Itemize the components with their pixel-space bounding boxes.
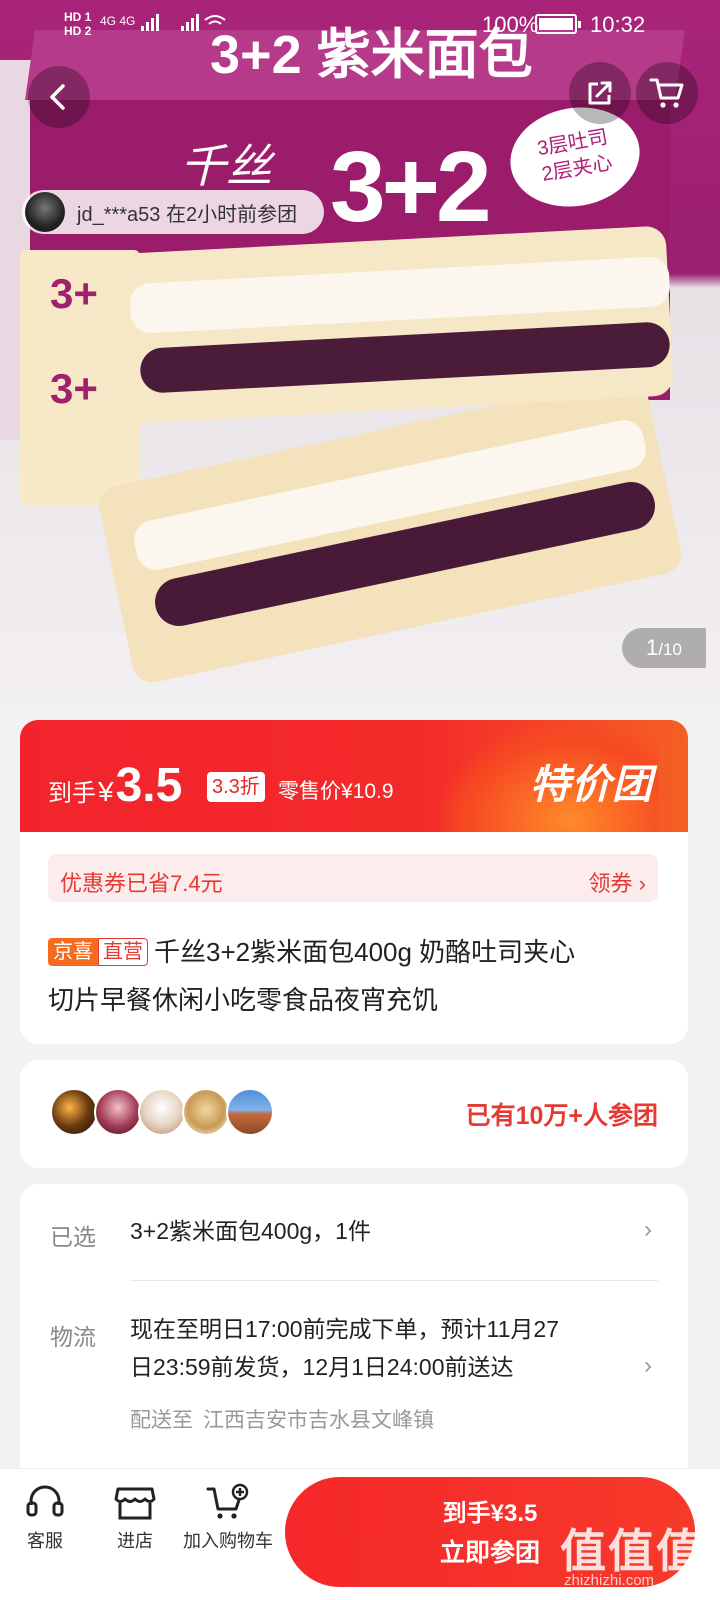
back-button[interactable] — [28, 66, 90, 128]
hd-indicator: HD 1 HD 2 — [64, 10, 91, 38]
logistics-line-2: 日23:59前发货，12月1日24:00前送达 — [130, 1354, 514, 1380]
battery-percent: 100% — [482, 12, 539, 37]
product-image-carousel[interactable]: 3+2 紫米面包 千丝 3+2 3层吐司 2层夹心 3+ 3+ HD 1 HD … — [0, 0, 720, 720]
add-to-cart-label: 加入购物车 — [183, 1531, 273, 1551]
store-button[interactable]: 进店 — [110, 1483, 160, 1553]
avatar — [226, 1088, 274, 1136]
chevron-right-icon: › — [644, 1216, 652, 1243]
ship-to-label: 配送至 — [130, 1409, 193, 1432]
group-buy-card[interactable]: 已有10万+人参团 — [20, 1060, 688, 1168]
customer-service-label: 客服 — [27, 1531, 63, 1551]
pack-number: 3+ — [50, 365, 98, 412]
chevron-right-icon: › — [644, 1352, 652, 1379]
signal-icon: 4G 4G — [100, 12, 231, 32]
watermark-url: zhizhizhi.com — [564, 1572, 655, 1589]
get-coupon-link[interactable]: 领券 › — [589, 866, 646, 898]
discount-badge: 3.3折 — [207, 772, 265, 802]
store-label: 进店 — [117, 1531, 153, 1551]
customer-service-button[interactable]: 客服 — [20, 1483, 70, 1553]
recent-join-user: jd_***a53 — [77, 203, 161, 226]
recent-join-notice: jd_***a53 在2小时前参团 — [22, 190, 324, 234]
ship-to-address: 江西吉安市吉水县文峰镇 — [203, 1409, 434, 1432]
jingxi-tag: 京喜 — [48, 938, 98, 966]
title-line-2: 切片早餐休闲小吃零食品夜宵充饥 — [48, 985, 439, 1015]
direct-sale-tag: 直营 — [98, 938, 148, 966]
pack-number: 3+ — [50, 270, 98, 317]
battery-icon — [535, 14, 581, 34]
final-price-value: 3.5 — [115, 759, 183, 812]
add-cart-icon — [206, 1483, 249, 1519]
logistics-line-1: 现在至明日17:00前完成下单，预计11月27 — [130, 1316, 560, 1342]
add-to-cart-button[interactable]: 加入购物车 — [178, 1483, 278, 1553]
network-text: 4G 4G — [100, 14, 136, 29]
selected-label: 已选 — [50, 1224, 96, 1250]
currency-symbol: ¥ — [98, 776, 114, 807]
final-price-label: 到手 — [48, 780, 96, 807]
logistics-info: 现在至明日17:00前完成下单，预计11月27 日23:59前发货，12月1日2… — [130, 1310, 559, 1386]
title-line-1: 千丝3+2紫米面包400g 奶酪吐司夹心 — [154, 937, 576, 967]
options-card: 已选 3+2紫米面包400g，1件 › 物流 现在至明日17:00前完成下单，预… — [20, 1184, 688, 1484]
ship-to: 配送至 江西吉安市吉水县文峰镇 — [130, 1404, 434, 1434]
avatar — [94, 1088, 142, 1136]
special-group-tag: 特价团 — [530, 763, 653, 807]
divider — [130, 1280, 658, 1281]
cart-icon — [649, 78, 684, 108]
page-current: 1 — [646, 635, 659, 660]
image-page-indicator: 1/10 — [622, 628, 706, 668]
store-icon — [114, 1487, 156, 1520]
sandwich-image — [95, 200, 700, 687]
cart-button[interactable] — [636, 62, 698, 124]
final-price: 到手 ¥ 3.5 — [48, 758, 182, 813]
page-total: /10 — [658, 640, 682, 659]
retail-price: 零售价¥10.9 — [278, 780, 394, 803]
avatar — [50, 1088, 98, 1136]
avatar — [182, 1088, 230, 1136]
participant-avatars — [50, 1088, 274, 1136]
status-bar: HD 1 HD 2 4G 4G 100% 10:32 — [0, 0, 720, 48]
share-icon — [588, 81, 612, 105]
brand-logo: 千丝 — [180, 139, 272, 193]
avatar — [25, 192, 65, 232]
headset-icon — [26, 1485, 64, 1517]
recent-join-text: jd_***a53 在2小时前参团 — [77, 198, 297, 227]
chevron-left-icon — [50, 84, 65, 110]
hd-1: HD 1 — [64, 10, 92, 24]
coupon-text: 优惠券已省7.4元 — [60, 871, 223, 896]
clock: 10:32 — [590, 12, 646, 37]
coupon-bar[interactable]: 优惠券已省7.4元 领券 › — [48, 854, 658, 902]
hd-2: HD 2 — [64, 24, 92, 38]
recent-join-message: 在2小时前参团 — [165, 203, 298, 226]
selected-value: 3+2紫米面包400g，1件 — [130, 1218, 371, 1244]
logistics-label: 物流 — [50, 1324, 96, 1350]
participant-count: 已有10万+人参团 — [465, 1102, 658, 1130]
price-banner: 到手 ¥ 3.5 3.3折 零售价¥10.9 特价团 — [20, 720, 688, 832]
share-button[interactable] — [569, 62, 631, 124]
avatar — [138, 1088, 186, 1136]
product-info-card: 优惠券已省7.4元 领券 › 京喜 直营 千丝3+2紫米面包400g 奶酪吐司夹心 … — [20, 832, 688, 1044]
signal-bars-icon — [140, 14, 226, 31]
product-title: 京喜 直营 千丝3+2紫米面包400g 奶酪吐司夹心 切片早餐休闲小吃零食品夜宵充饥 — [48, 928, 668, 1024]
